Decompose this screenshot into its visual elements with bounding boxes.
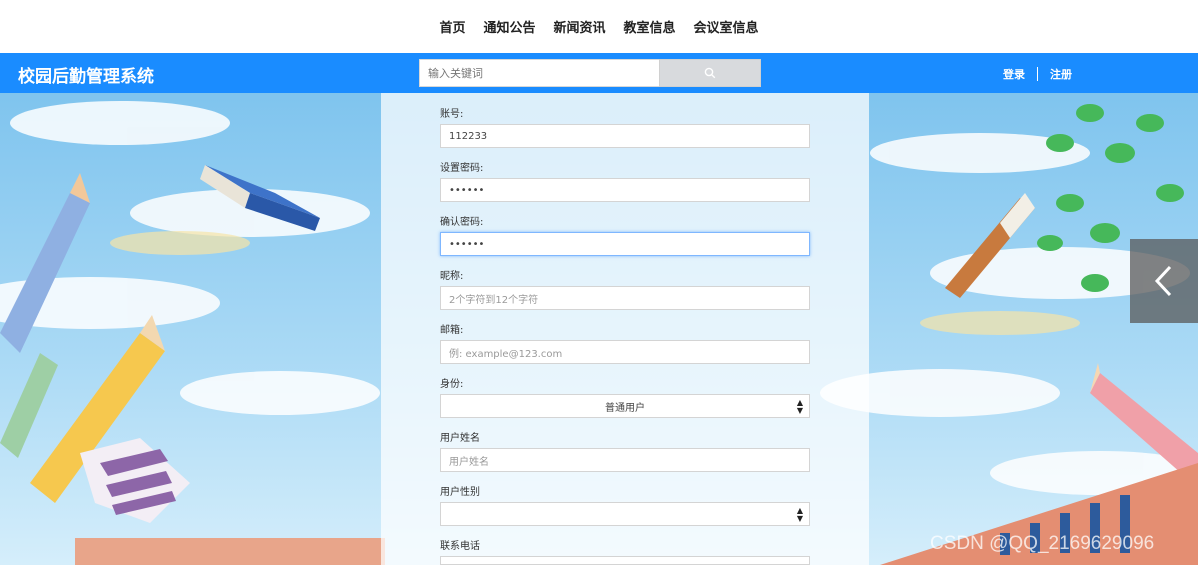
site-brand: 校园后勤管理系统: [18, 67, 154, 87]
realname-label: 用户姓名: [440, 433, 480, 444]
identity-select[interactable]: 普通用户 ▲ ▼: [440, 394, 810, 418]
nav-notices[interactable]: 通知公告: [483, 17, 535, 36]
identity-label: 身份:: [440, 379, 464, 390]
phone-label: 联系电话: [440, 541, 480, 552]
select-caret-icon: ▲ ▼: [796, 398, 803, 415]
nickname-field[interactable]: 2个字符到12个字符: [440, 286, 810, 310]
nav-news[interactable]: 新闻资讯: [553, 17, 605, 36]
nav-meeting-rooms[interactable]: 会议室信息: [694, 17, 759, 36]
auth-links: 登录 注册: [1003, 66, 1072, 82]
email-label: 邮箱:: [440, 325, 464, 336]
phone-field[interactable]: [440, 556, 810, 565]
select-caret-icon: ▲ ▼: [796, 506, 803, 523]
identity-selected-value: 普通用户: [605, 402, 645, 414]
nav-home[interactable]: 首页: [439, 17, 465, 36]
header-bar: 校园后勤管理系统 登录 注册: [0, 53, 1198, 93]
gender-select[interactable]: ▲ ▼: [440, 502, 810, 526]
confirm-password-field[interactable]: ••••••: [440, 232, 810, 256]
register-link[interactable]: 注册: [1050, 66, 1072, 82]
search-input[interactable]: [419, 59, 660, 87]
email-field[interactable]: 例: example@123.com: [440, 340, 810, 364]
watermark: CSDN @QQ_2169629096: [930, 533, 1155, 554]
password-label: 设置密码:: [440, 163, 484, 174]
carousel-prev-button[interactable]: [1130, 239, 1198, 323]
auth-divider: [1037, 67, 1038, 81]
nav-classrooms[interactable]: 教室信息: [624, 17, 676, 36]
gender-label: 用户性别: [440, 487, 480, 498]
confirm-password-label: 确认密码:: [440, 217, 484, 228]
search-icon: [704, 67, 716, 79]
password-field[interactable]: ••••••: [440, 178, 810, 202]
account-label: 账号:: [440, 109, 464, 120]
nickname-label: 昵称:: [440, 271, 464, 282]
chevron-left-icon: [1154, 265, 1172, 297]
realname-field[interactable]: 用户姓名: [440, 448, 810, 472]
top-nav: 首页 通知公告 新闻资讯 教室信息 会议室信息: [0, 0, 1198, 53]
login-link[interactable]: 登录: [1003, 66, 1025, 82]
account-field[interactable]: 112233: [440, 124, 810, 148]
search-button[interactable]: [659, 59, 761, 87]
